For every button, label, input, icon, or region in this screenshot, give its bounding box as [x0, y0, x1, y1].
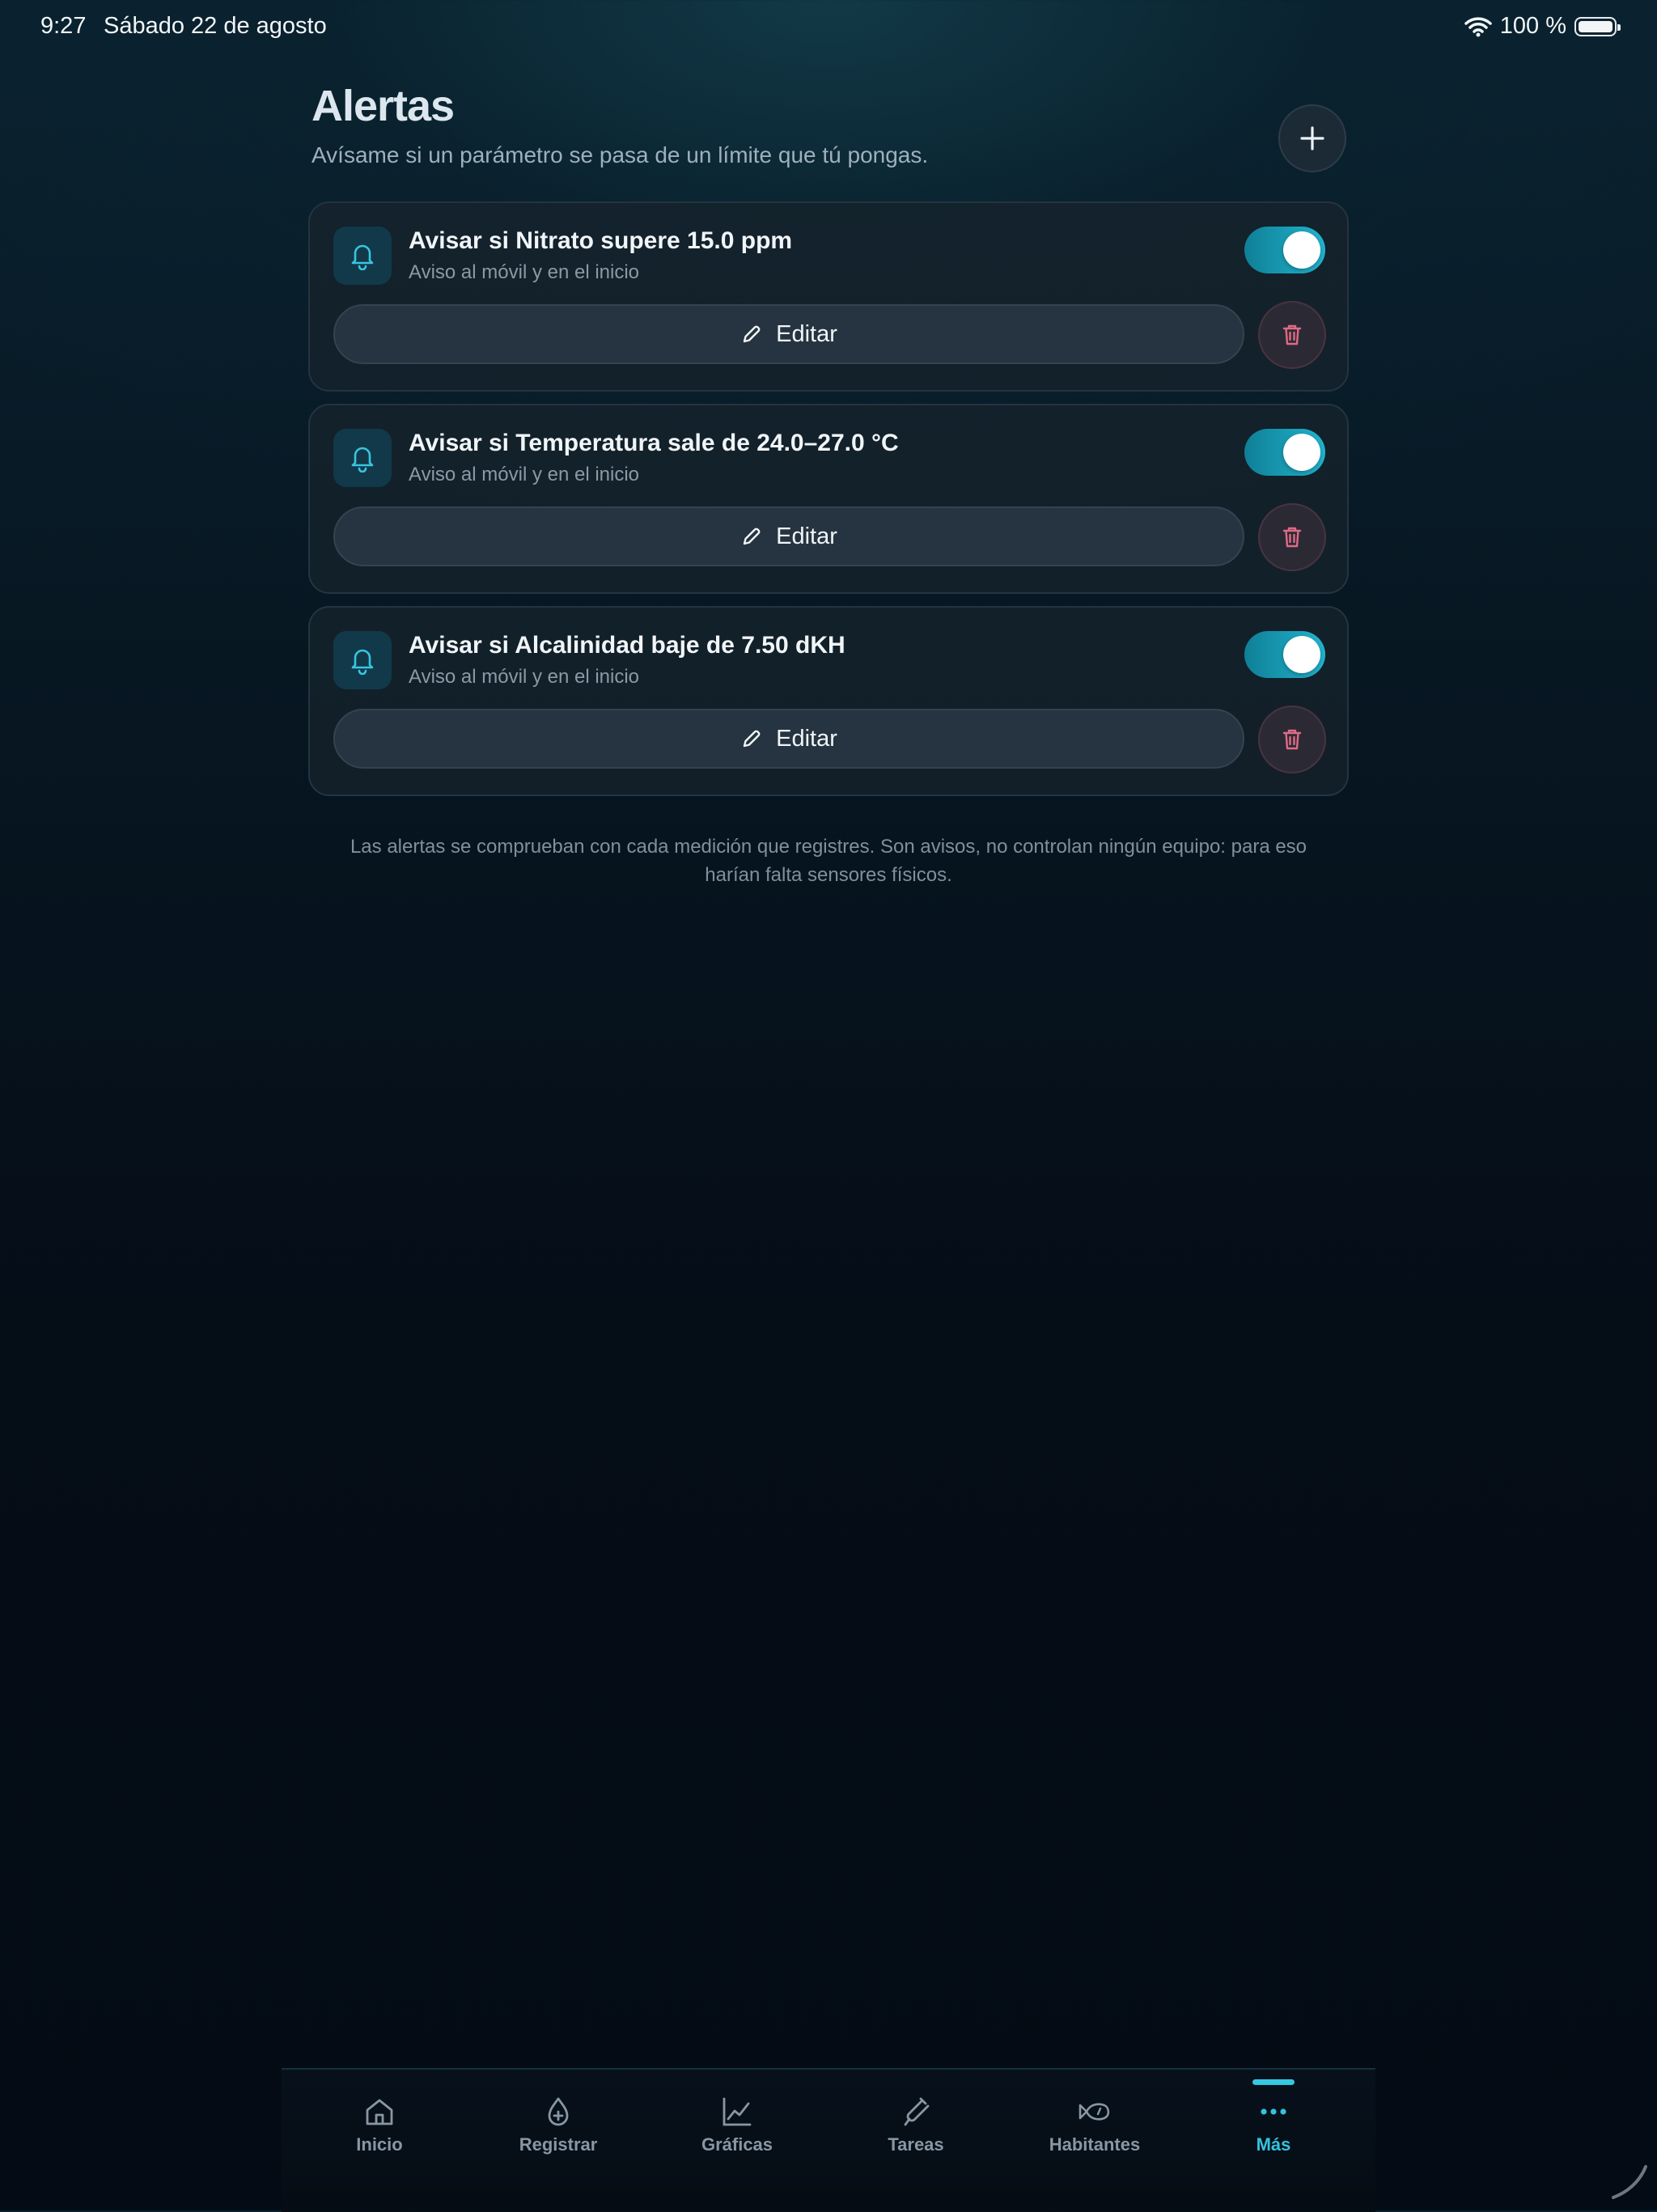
home-icon — [366, 2099, 393, 2125]
status-right: 100 % — [1464, 13, 1621, 40]
tab-label: Más — [1256, 2134, 1291, 2155]
edit-button[interactable]: Editar — [333, 506, 1244, 566]
plus-icon — [1300, 126, 1324, 150]
pencil-icon — [743, 730, 761, 748]
alert-card: Avisar si Alcalinidad baje de 7.50 dKH A… — [308, 606, 1349, 796]
alert-subtitle: Aviso al móvil y en el inicio — [409, 261, 640, 283]
edit-label: Editar — [776, 523, 837, 549]
test-tube-icon — [904, 2097, 930, 2126]
battery-percent: 100 % — [1499, 13, 1566, 39]
tab-tareas[interactable]: Tareas — [827, 2070, 1005, 2167]
active-tab-indicator — [1252, 2079, 1295, 2085]
more-dots-icon — [1261, 2108, 1286, 2115]
alert-toggle[interactable] — [1244, 429, 1325, 476]
alert-title: Avisar si Nitrato supere 15.0 ppm — [409, 227, 793, 254]
tab-registrar[interactable]: Registrar — [469, 2070, 647, 2167]
pencil-icon — [743, 528, 761, 545]
tab-label: Inicio — [356, 2134, 403, 2155]
bell-icon — [351, 649, 374, 675]
edit-label: Editar — [776, 725, 837, 752]
alert-icon-box — [333, 227, 392, 285]
page-subtitle: Avísame si un parámetro se pasa de un lí… — [311, 142, 929, 167]
delete-button[interactable] — [1258, 301, 1326, 369]
pencil-icon — [743, 325, 761, 343]
status-bar: 9:27 Sábado 22 de agosto 100 % — [0, 11, 1657, 40]
tab-label: Gráficas — [701, 2134, 773, 2155]
alert-card: Avisar si Nitrato supere 15.0 ppm Aviso … — [308, 201, 1349, 392]
alert-card: Avisar si Temperatura sale de 24.0–27.0 … — [308, 404, 1349, 594]
tab-label: Tareas — [888, 2134, 944, 2155]
trash-icon — [1282, 729, 1302, 750]
alert-icon-box — [333, 429, 392, 487]
page-title: Alertas — [311, 82, 455, 130]
bell-icon — [351, 244, 374, 270]
delete-button[interactable] — [1258, 706, 1326, 773]
trash-icon — [1282, 527, 1302, 548]
alert-title: Avisar si Alcalinidad baje de 7.50 dKH — [409, 632, 845, 659]
alert-icon-box — [333, 631, 392, 689]
edit-button[interactable]: Editar — [333, 304, 1244, 364]
alert-title: Avisar si Temperatura sale de 24.0–27.0 … — [409, 430, 899, 456]
tab-graficas[interactable]: Gráficas — [648, 2070, 826, 2167]
delete-button[interactable] — [1258, 503, 1326, 571]
edit-label: Editar — [776, 320, 837, 347]
alert-subtitle: Aviso al móvil y en el inicio — [409, 464, 640, 485]
tab-label: Habitantes — [1049, 2134, 1141, 2155]
alert-toggle[interactable] — [1244, 631, 1325, 678]
status-time: 9:27 — [40, 13, 87, 39]
battery-icon — [1574, 16, 1621, 36]
corner-handle-icon — [1612, 2165, 1647, 2199]
tab-mas[interactable]: Más — [1184, 2070, 1362, 2167]
tab-label: Registrar — [519, 2134, 598, 2155]
alert-toggle[interactable] — [1244, 227, 1325, 273]
drop-plus-icon — [548, 2097, 569, 2126]
wifi-icon — [1464, 16, 1492, 36]
footnote: Las alertas se comprueban con cada medic… — [350, 836, 1307, 886]
fish-icon — [1079, 2103, 1110, 2121]
bell-icon — [351, 447, 374, 472]
tab-habitantes[interactable]: Habitantes — [1006, 2070, 1184, 2167]
tab-inicio[interactable]: Inicio — [290, 2070, 468, 2167]
add-alert-button[interactable] — [1278, 104, 1346, 172]
edit-button[interactable]: Editar — [333, 709, 1244, 769]
chart-line-icon — [723, 2097, 752, 2126]
status-date: Sábado 22 de agosto — [104, 13, 327, 39]
tab-bar: Inicio Registrar Gráficas Tareas Habitan… — [282, 2068, 1375, 2212]
alert-subtitle: Aviso al móvil y en el inicio — [409, 666, 640, 688]
trash-icon — [1282, 324, 1302, 345]
